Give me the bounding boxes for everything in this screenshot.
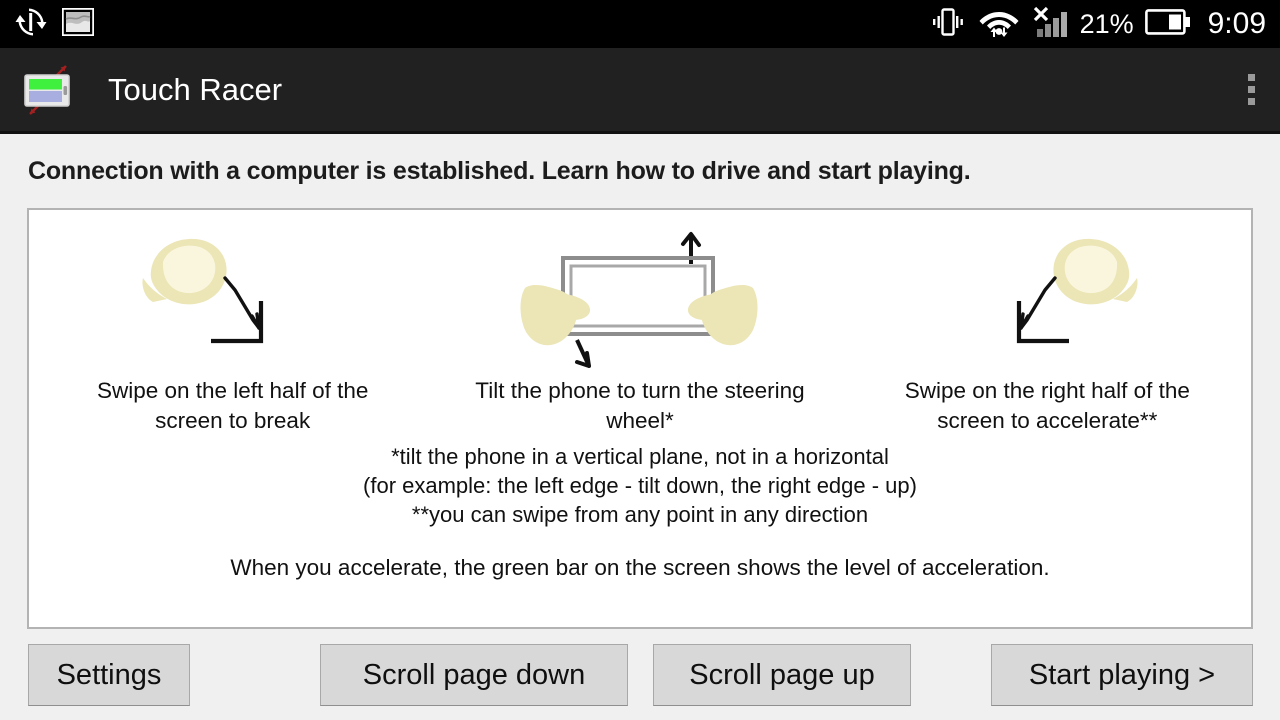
battery-percent-label: 21% xyxy=(1079,8,1134,39)
instructions-card: Swipe on the left half of the screen to … xyxy=(27,208,1253,629)
footnote-line: **you can swipe from any point in any di… xyxy=(411,502,869,527)
overflow-dot xyxy=(1247,86,1255,93)
vibrate-icon xyxy=(929,7,967,42)
instruction-caption: Tilt the phone to turn the steering whee… xyxy=(475,378,805,433)
battery-icon xyxy=(1144,8,1191,41)
instruction-panel-tilt: Tilt the phone to turn the steering whee… xyxy=(436,210,843,438)
app-screen: 21% 9:09 Touch Racer Connection with a c… xyxy=(0,0,1280,720)
scroll-page-up-button[interactable]: Scroll page up xyxy=(653,644,911,706)
status-bar-right-icons: 21% 9:09 xyxy=(929,6,1266,43)
clock-label: 9:09 xyxy=(1207,7,1266,40)
footnotes: *tilt the phone in a vertical plane, not… xyxy=(29,442,1251,529)
acceleration-note: When you accelerate, the green bar on th… xyxy=(230,555,1050,580)
status-bar-left-icons xyxy=(14,5,95,44)
status-bar: 21% 9:09 xyxy=(0,0,1280,48)
main-content: Connection with a computer is establishe… xyxy=(0,137,1280,720)
hand-swipe-down-left-icon xyxy=(844,216,1251,376)
signal-no-service-icon xyxy=(1031,6,1069,43)
settings-button[interactable]: Settings xyxy=(28,644,190,706)
app-title: Touch Racer xyxy=(108,71,283,107)
overflow-menu-icon[interactable] xyxy=(1238,62,1264,118)
scroll-page-down-button[interactable]: Scroll page down xyxy=(320,644,628,706)
overflow-dot xyxy=(1247,74,1255,81)
sync-icon xyxy=(14,5,48,44)
instruction-caption: Swipe on the left half of the screen to … xyxy=(96,378,369,433)
footnote-line: *tilt the phone in a vertical plane, not… xyxy=(391,444,889,469)
touch-racer-icon xyxy=(20,62,92,118)
footnote-line: (for example: the left edge - tilt down,… xyxy=(363,473,917,498)
hand-swipe-down-right-icon xyxy=(29,216,436,376)
instruction-caption: Swipe on the right half of the screen to… xyxy=(904,378,1190,433)
start-playing-button[interactable]: Start playing > xyxy=(991,644,1253,706)
wifi-transfer-icon xyxy=(978,6,1020,43)
overflow-dot xyxy=(1247,98,1255,105)
page-title: Connection with a computer is establishe… xyxy=(28,157,971,185)
action-bar: Touch Racer xyxy=(0,48,1280,134)
gallery-icon xyxy=(61,6,95,41)
button-bar: Settings Scroll page down Scroll page up… xyxy=(0,644,1280,708)
instruction-panel-break: Swipe on the left half of the screen to … xyxy=(29,210,436,438)
two-hands-tilting-phone-icon xyxy=(436,216,843,376)
instruction-panel-accelerate: Swipe on the right half of the screen to… xyxy=(844,210,1251,438)
instruction-panels: Swipe on the left half of the screen to … xyxy=(29,210,1251,438)
